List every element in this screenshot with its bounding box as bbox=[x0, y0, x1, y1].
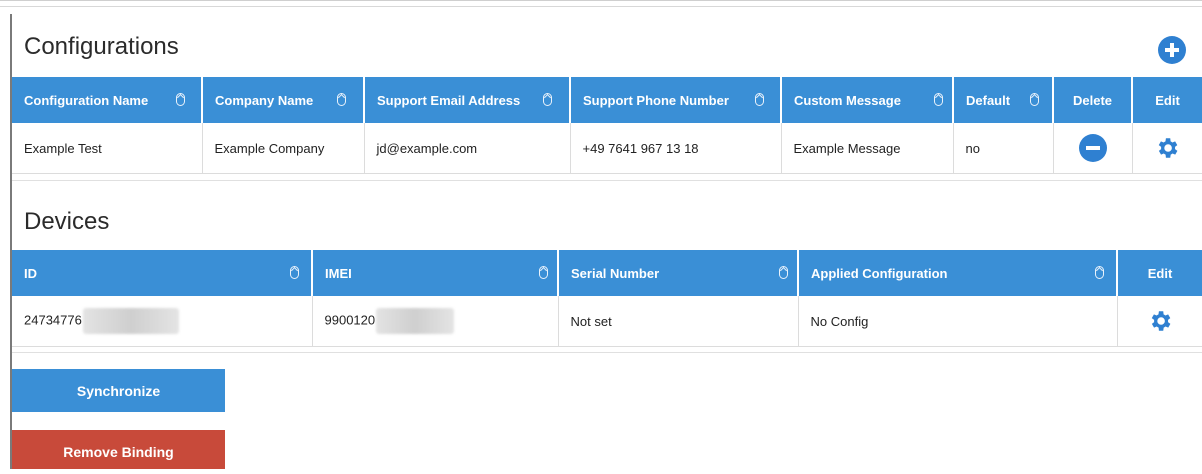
devices-header-row: ID IMEI Serial Number Applied Configurat… bbox=[12, 250, 1202, 296]
cell-applied-configuration: No Config bbox=[798, 296, 1118, 347]
cell-support-phone: +49 7641 967 13 18 bbox=[570, 123, 782, 174]
sort-icon[interactable] bbox=[539, 266, 548, 279]
column-label: Custom Message bbox=[794, 92, 901, 108]
cell-default: no bbox=[953, 123, 1054, 174]
column-label: Support Email Address bbox=[377, 92, 521, 108]
device-imei-visible: 9900120 bbox=[324, 312, 376, 328]
cell-id: 24734776 bbox=[12, 296, 313, 347]
top-divider bbox=[0, 6, 1202, 7]
column-label: Delete bbox=[1072, 92, 1113, 108]
column-header-default[interactable]: Default bbox=[953, 77, 1054, 123]
column-header-support-phone[interactable]: Support Phone Number bbox=[570, 77, 782, 123]
table-row[interactable]: 24734776 9900120 Not set No Config bbox=[12, 296, 1202, 347]
sort-icon[interactable] bbox=[543, 93, 552, 106]
column-header-edit: Edit bbox=[1132, 77, 1202, 123]
column-label: ID bbox=[24, 265, 37, 281]
cell-imei: 9900120 bbox=[312, 296, 559, 347]
column-header-delete: Delete bbox=[1053, 77, 1133, 123]
column-label: Company Name bbox=[215, 92, 314, 108]
column-header-imei[interactable]: IMEI bbox=[312, 250, 559, 296]
column-label: Serial Number bbox=[571, 265, 660, 281]
configurations-table: Configuration Name Company Name Support … bbox=[12, 77, 1202, 174]
sort-icon[interactable] bbox=[1095, 266, 1104, 279]
cell-configuration-name: Example Test bbox=[12, 123, 203, 174]
column-header-applied-configuration[interactable]: Applied Configuration bbox=[798, 250, 1118, 296]
column-label: Default bbox=[966, 92, 1011, 108]
cell-delete bbox=[1053, 123, 1133, 174]
cell-support-email: jd@example.com bbox=[364, 123, 571, 174]
column-header-support-email[interactable]: Support Email Address bbox=[364, 77, 571, 123]
cell-edit bbox=[1132, 123, 1202, 174]
redacted-blur bbox=[376, 308, 455, 334]
column-header-configuration-name[interactable]: Configuration Name bbox=[12, 77, 203, 123]
column-header-custom-message[interactable]: Custom Message bbox=[781, 77, 954, 123]
column-header-edit: Edit bbox=[1117, 250, 1202, 296]
column-label: Support Phone Number bbox=[583, 92, 729, 108]
section-divider bbox=[12, 352, 1202, 353]
sort-icon[interactable] bbox=[934, 93, 943, 106]
gear-icon[interactable] bbox=[1154, 135, 1180, 161]
cell-company-name: Example Company bbox=[202, 123, 365, 174]
delete-configuration-button[interactable] bbox=[1078, 134, 1107, 162]
synchronize-button[interactable]: Synchronize bbox=[12, 369, 225, 412]
sort-icon[interactable] bbox=[290, 266, 299, 279]
remove-binding-button[interactable]: Remove Binding bbox=[12, 430, 225, 469]
devices-table: ID IMEI Serial Number Applied Configurat… bbox=[12, 250, 1202, 347]
sort-icon[interactable] bbox=[1030, 93, 1039, 106]
devices-title: Devices bbox=[24, 208, 110, 235]
column-label: Edit bbox=[1147, 265, 1173, 281]
column-label: IMEI bbox=[325, 265, 352, 281]
cell-serial-number: Not set bbox=[558, 296, 799, 347]
gear-icon[interactable] bbox=[1147, 308, 1173, 334]
column-header-serial-number[interactable]: Serial Number bbox=[558, 250, 799, 296]
device-id-visible: 24734776 bbox=[24, 312, 82, 328]
add-configuration-button[interactable] bbox=[1158, 36, 1186, 64]
column-header-id[interactable]: ID bbox=[12, 250, 313, 296]
redacted-blur bbox=[82, 308, 179, 334]
configurations-title: Configurations bbox=[24, 33, 179, 60]
column-header-company-name[interactable]: Company Name bbox=[202, 77, 365, 123]
table-row[interactable]: Example Test Example Company jd@example.… bbox=[12, 123, 1202, 174]
column-label: Applied Configuration bbox=[811, 265, 948, 281]
section-divider bbox=[12, 180, 1202, 181]
cell-custom-message: Example Message bbox=[781, 123, 954, 174]
cell-edit bbox=[1117, 296, 1202, 347]
sort-icon[interactable] bbox=[779, 266, 788, 279]
sort-icon[interactable] bbox=[755, 93, 764, 106]
column-label: Configuration Name bbox=[24, 92, 149, 108]
sort-icon[interactable] bbox=[337, 93, 346, 106]
configurations-header-row: Configuration Name Company Name Support … bbox=[12, 77, 1202, 123]
sort-icon[interactable] bbox=[176, 93, 185, 106]
column-label: Edit bbox=[1155, 92, 1180, 108]
